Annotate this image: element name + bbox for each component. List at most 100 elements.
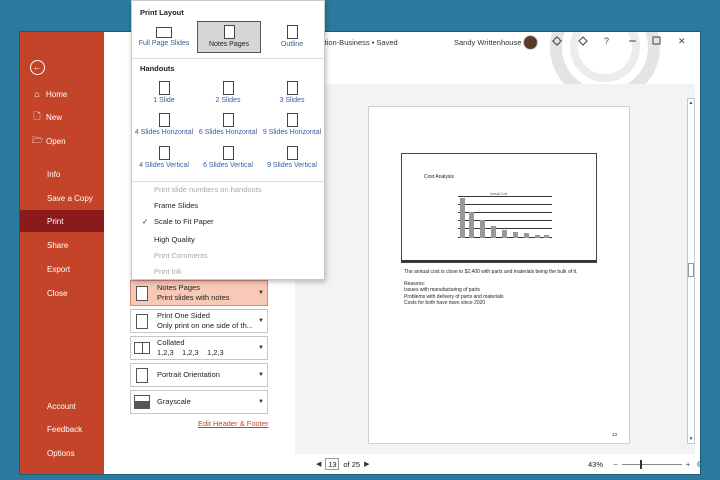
- nav-close[interactable]: Close: [20, 282, 104, 304]
- nav-options[interactable]: Options: [20, 442, 104, 464]
- scroll-thumb[interactable]: [688, 263, 694, 277]
- handout-9-slides-vertical[interactable]: 9 Slides Vertical: [260, 146, 324, 169]
- nav-save-a-copy[interactable]: Save a Copy: [20, 187, 104, 209]
- nav-new[interactable]: 🗋 New: [20, 106, 104, 128]
- handout-icon: [158, 113, 170, 127]
- nav-label: New: [46, 112, 63, 122]
- handout-2-slides[interactable]: 2 Slides: [196, 81, 260, 104]
- setting-subtitle: Print slides with notes: [157, 293, 230, 302]
- layout-notes-pages[interactable]: Notes Pages: [197, 21, 261, 53]
- help-icon[interactable]: ?: [604, 36, 609, 46]
- color-setting[interactable]: Grayscale ▼: [130, 390, 268, 414]
- handout-icon: [158, 81, 170, 95]
- orientation-setting[interactable]: Portrait Orientation ▼: [130, 363, 268, 387]
- share-icon[interactable]: [552, 36, 562, 48]
- previous-page-icon[interactable]: ◀: [316, 460, 321, 468]
- nav-print[interactable]: Print: [20, 210, 104, 232]
- handout-icon: [222, 113, 234, 127]
- page-navigator: ◀ 13 of 25 ▶: [316, 458, 369, 470]
- handout-9-slides-horizontal[interactable]: 9 Slides Horizontal: [260, 113, 324, 136]
- chart-bar: [502, 230, 507, 238]
- back-arrow-icon[interactable]: ←: [30, 60, 45, 75]
- user-name[interactable]: Sandy Writtenhouse: [454, 38, 521, 47]
- zoom-slider[interactable]: [621, 460, 682, 469]
- nav-label: Home: [46, 89, 68, 99]
- nav-account[interactable]: Account: [20, 395, 104, 417]
- handout-4-slides-horizontal[interactable]: 4 Slides Horizontal: [132, 113, 196, 136]
- handout-icon: [286, 146, 298, 160]
- nav-info[interactable]: Info: [20, 163, 104, 185]
- collation-setting[interactable]: Collated 1,2,3 1,2,3 1,2,3 ▼: [130, 336, 268, 360]
- setting-title: Print One Sided: [157, 311, 210, 320]
- nav-feedback[interactable]: Feedback: [20, 418, 104, 440]
- chart-bar: [480, 220, 485, 238]
- setting-subtitle: 1,2,3 1,2,3 1,2,3: [157, 348, 224, 357]
- layout-outline[interactable]: Outline: [260, 23, 324, 53]
- edit-header-footer-link[interactable]: Edit Header & Footer: [198, 419, 268, 428]
- diamond-icon[interactable]: [578, 36, 588, 48]
- checkmark-icon: ✓: [142, 217, 149, 226]
- setting-title: Grayscale: [157, 397, 191, 406]
- option-label: Full Page Slides: [138, 40, 190, 47]
- one-sided-icon: [131, 310, 153, 332]
- setting-title: Notes Pages: [157, 283, 200, 292]
- option-label: 9 Slides Vertical: [267, 162, 317, 169]
- handout-1-slide[interactable]: 1 Slide: [132, 81, 196, 104]
- slide-bottom-rule: [402, 260, 596, 262]
- next-page-icon[interactable]: ▶: [364, 460, 369, 468]
- handout-icon: [222, 146, 234, 160]
- chart-bar: [469, 212, 474, 238]
- handout-6-slides-horizontal[interactable]: 6 Slides Horizontal: [196, 113, 260, 136]
- page-number: 13: [611, 432, 617, 437]
- print-layout-heading: Print Layout: [140, 8, 184, 17]
- layout-full-page-slides[interactable]: Full Page Slides: [132, 23, 196, 53]
- option-label: 6 Slides Vertical: [203, 162, 253, 169]
- frame-slides-option[interactable]: Frame Slides: [154, 201, 198, 210]
- close-icon[interactable]: ✕: [678, 36, 686, 47]
- nav-open[interactable]: 🗁 Open: [20, 130, 104, 152]
- grayscale-icon: [131, 391, 153, 413]
- nav-home[interactable]: ⌂ Home: [20, 83, 104, 105]
- speaker-notes: The annual cost is close to $2,400 with …: [404, 269, 614, 306]
- chart-bar: [491, 226, 496, 238]
- slide-title: Cost Analysis: [424, 174, 455, 180]
- portrait-icon: [131, 364, 153, 386]
- scroll-down-icon[interactable]: ▼: [688, 436, 694, 442]
- zoom-level[interactable]: 43%: [588, 460, 603, 469]
- page-number-input[interactable]: 13: [325, 458, 340, 470]
- nav-share[interactable]: Share: [20, 234, 104, 256]
- restore-icon[interactable]: [652, 36, 661, 47]
- handout-6-slides-vertical[interactable]: 6 Slides Vertical: [196, 146, 260, 169]
- scale-to-fit-option[interactable]: Scale to Fit Paper: [154, 217, 214, 226]
- minimize-icon[interactable]: [628, 36, 637, 47]
- option-label: Notes Pages: [208, 41, 250, 48]
- zoom-in-icon[interactable]: +: [686, 460, 691, 469]
- collated-icon: [131, 337, 153, 359]
- slide-thumbnail: Cost Analysis Annual Cost: [401, 153, 597, 263]
- full-page-slide-icon: [156, 27, 172, 38]
- handout-4-slides-vertical[interactable]: 4 Slides Vertical: [132, 146, 196, 169]
- option-label: 3 Slides: [279, 97, 305, 104]
- outline-icon: [286, 25, 298, 39]
- chevron-down-icon: ▼: [258, 399, 264, 405]
- handout-3-slides[interactable]: 3 Slides: [260, 81, 324, 104]
- option-label: 2 Slides: [215, 97, 241, 104]
- handout-icon: [222, 81, 234, 95]
- notes-page: Cost Analysis Annual Cost The annual cos…: [368, 106, 630, 444]
- option-label: 9 Slides Horizontal: [262, 129, 322, 136]
- zoom-slider-knob[interactable]: [639, 460, 642, 469]
- notes-page-icon: [223, 25, 235, 39]
- option-label: 6 Slides Horizontal: [198, 129, 258, 136]
- zoom-out-icon[interactable]: −: [613, 460, 618, 469]
- high-quality-option[interactable]: High Quality: [154, 235, 195, 244]
- avatar[interactable]: [523, 35, 538, 50]
- layout-setting[interactable]: Notes Pages Print slides with notes ▼: [130, 280, 268, 306]
- backstage-window: ← ⌂ Home 🗋 New 🗁 Open Info Save a Copy P…: [20, 32, 700, 474]
- sides-setting[interactable]: Print One Sided Only print on one side o…: [130, 309, 268, 333]
- nav-export[interactable]: Export: [20, 258, 104, 280]
- chart: [458, 196, 552, 238]
- preview-scrollbar[interactable]: ▲ ▼: [687, 98, 695, 444]
- zoom-to-page-icon[interactable]: ⊕: [696, 459, 700, 470]
- zoom-control: 43% − + ⊕: [588, 459, 700, 470]
- scroll-up-icon[interactable]: ▲: [688, 100, 694, 106]
